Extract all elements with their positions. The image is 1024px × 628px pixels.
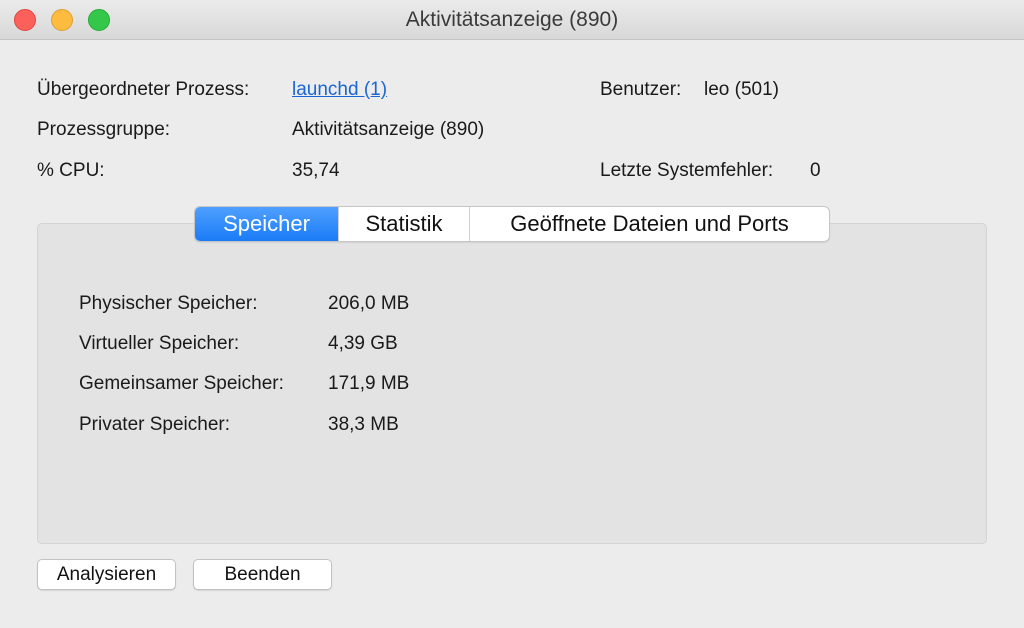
parent-process-label: Übergeordneter Prozess: (37, 79, 250, 100)
tab-memory[interactable]: Speicher (195, 207, 339, 241)
user-label: Benutzer: (600, 79, 682, 100)
recent-faults-label: Letzte Systemfehler: (600, 160, 774, 181)
physical-memory-label: Physischer Speicher: (79, 293, 258, 314)
virtual-memory-label: Virtueller Speicher: (79, 333, 240, 354)
window-title: Aktivitätsanzeige (890) (405, 8, 619, 31)
shared-memory-value: 171,9 MB (328, 373, 410, 394)
tab-bar: Speicher Statistik Geöffnete Dateien und… (194, 206, 830, 242)
process-group-label: Prozessgruppe: (37, 119, 171, 140)
private-memory-value: 38,3 MB (328, 414, 399, 435)
shared-memory-label: Gemeinsamer Speicher: (79, 373, 284, 394)
tab-open-files-ports[interactable]: Geöffnete Dateien und Ports (470, 207, 829, 241)
cpu-value: 35,74 (292, 160, 340, 181)
tab-statistics[interactable]: Statistik (339, 207, 470, 241)
cpu-label: % CPU: (37, 160, 105, 181)
quit-button[interactable]: Beenden (193, 559, 332, 590)
parent-process-link[interactable]: launchd (1) (292, 78, 387, 102)
user-value: leo (501) (704, 79, 779, 100)
private-memory-label: Privater Speicher: (79, 414, 231, 435)
virtual-memory-value: 4,39 GB (328, 333, 398, 354)
analyze-button[interactable]: Analysieren (37, 559, 176, 590)
process-group-value: Aktivitätsanzeige (890) (292, 119, 485, 140)
physical-memory-value: 206,0 MB (328, 293, 410, 314)
recent-faults-value: 0 (810, 160, 821, 181)
title-bar: Aktivitätsanzeige (890) (0, 0, 1024, 40)
